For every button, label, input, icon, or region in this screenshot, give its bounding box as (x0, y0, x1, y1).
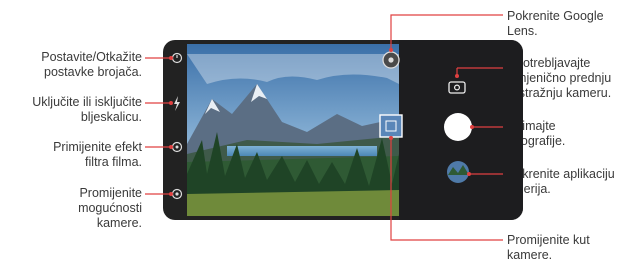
camera-controls-panel (399, 40, 523, 220)
callout-gallery: Pokrenite aplikaciju galerija. (507, 167, 615, 196)
camera-preview (187, 44, 399, 216)
phone-screen (163, 40, 523, 220)
callout-camera-options: Promijenite mogućnosti kamere. (78, 186, 142, 230)
callout-google-lens: Pokrenite Google Lens. (507, 9, 604, 38)
callout-film-filter: Primijenite efekt filtra filma. (53, 140, 142, 169)
callout-camera-angle: Promijenite kut kamere. (507, 233, 590, 262)
callout-timer: Postavite/Otkažite postavke brojača. (41, 50, 142, 79)
callout-flash: Uključite ili isključite bljeskalicu. (32, 95, 142, 124)
